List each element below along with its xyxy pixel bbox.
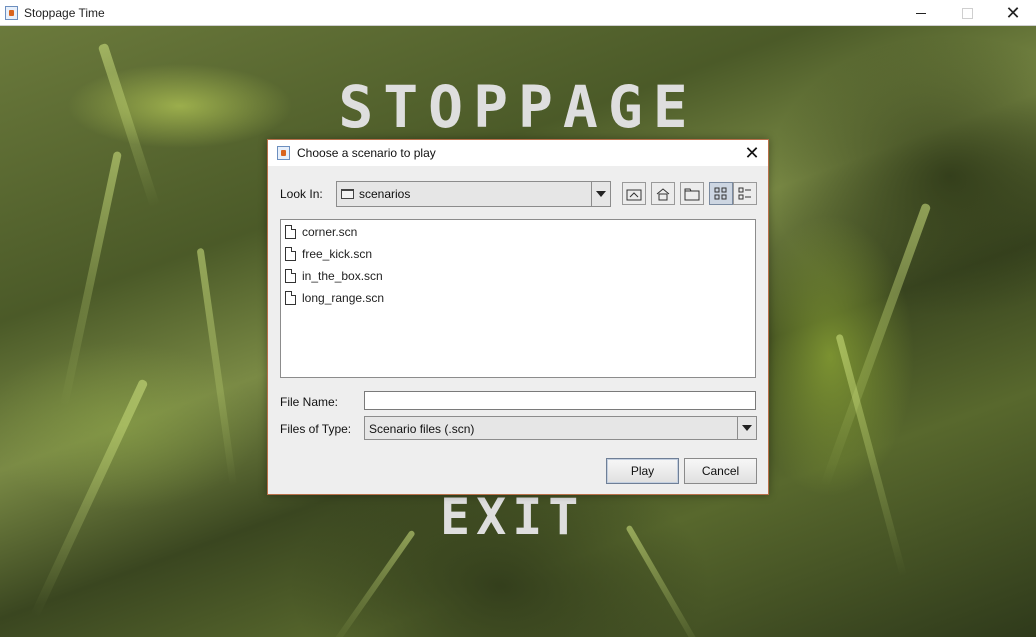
window-title: Stoppage Time: [24, 6, 105, 20]
close-icon: ✕: [744, 142, 760, 163]
file-name: long_range.scn: [302, 291, 385, 305]
grass-blade: [330, 529, 416, 637]
grass-blade: [625, 524, 706, 637]
chevron-down-icon: [596, 191, 606, 197]
file-list-item[interactable]: corner.scn: [285, 222, 357, 242]
java-app-icon: [5, 6, 18, 20]
folder-icon: [341, 189, 354, 199]
file-name: in_the_box.scn: [302, 269, 383, 283]
file-list-item[interactable]: in_the_box.scn: [285, 266, 383, 286]
file-list-item[interactable]: free_kick.scn: [285, 244, 372, 264]
list-view-icon: [714, 187, 727, 199]
choose-scenario-dialog: Choose a scenario to play ✕ Look In: sce…: [267, 139, 769, 495]
file-name: free_kick.scn: [302, 247, 373, 261]
exit-menu-item[interactable]: EXIT: [440, 488, 580, 546]
look-in-dropdown-button[interactable]: [591, 182, 610, 206]
file-name-field[interactable]: [364, 391, 756, 410]
window-titlebar: Stoppage Time ✕: [0, 0, 1036, 26]
file-name: corner.scn: [302, 225, 358, 239]
minimize-button[interactable]: [898, 0, 944, 26]
details-view-icon: [738, 187, 751, 199]
dialog-title: Choose a scenario to play: [297, 146, 436, 160]
maximize-icon: [961, 7, 973, 19]
file-icon: [285, 247, 296, 261]
grass-blade: [196, 247, 237, 487]
java-app-icon: [277, 146, 290, 160]
file-icon: [285, 225, 296, 239]
files-of-type-value: Scenario files (.scn): [369, 422, 475, 436]
file-list[interactable]: corner.scn free_kick.scn in_the_box.scn …: [280, 219, 756, 378]
file-icon: [285, 269, 296, 283]
new-folder-button[interactable]: [680, 182, 704, 205]
dialog-titlebar: Choose a scenario to play ✕: [268, 140, 768, 166]
chevron-down-icon: [742, 425, 752, 431]
look-in-combobox[interactable]: scenarios: [336, 181, 611, 207]
maximize-button[interactable]: [944, 0, 990, 26]
dialog-close-button[interactable]: ✕: [738, 142, 766, 164]
grass-blade: [30, 378, 149, 618]
home-button[interactable]: [651, 182, 675, 205]
grass-blade: [820, 202, 932, 488]
look-in-label: Look In:: [280, 187, 323, 201]
up-one-level-button[interactable]: [622, 182, 646, 205]
new-folder-icon: [684, 188, 700, 200]
files-of-type-label: Files of Type:: [280, 422, 352, 436]
home-icon: [656, 187, 670, 200]
close-icon: ✕: [1005, 2, 1021, 23]
file-name-label: File Name:: [280, 395, 339, 409]
cancel-button[interactable]: Cancel: [684, 458, 757, 484]
list-view-button[interactable]: [709, 182, 733, 205]
minimize-icon: [916, 12, 926, 14]
file-icon: [285, 291, 296, 305]
files-of-type-combobox[interactable]: Scenario files (.scn): [364, 416, 757, 440]
files-of-type-dropdown-button[interactable]: [737, 417, 756, 439]
grass-blade: [60, 150, 122, 407]
up-one-level-icon: [626, 189, 642, 200]
details-view-button[interactable]: [733, 182, 757, 205]
look-in-value: scenarios: [359, 187, 411, 201]
close-button[interactable]: ✕: [990, 0, 1036, 26]
file-list-item[interactable]: long_range.scn: [285, 288, 384, 308]
play-button[interactable]: Play: [606, 458, 679, 484]
